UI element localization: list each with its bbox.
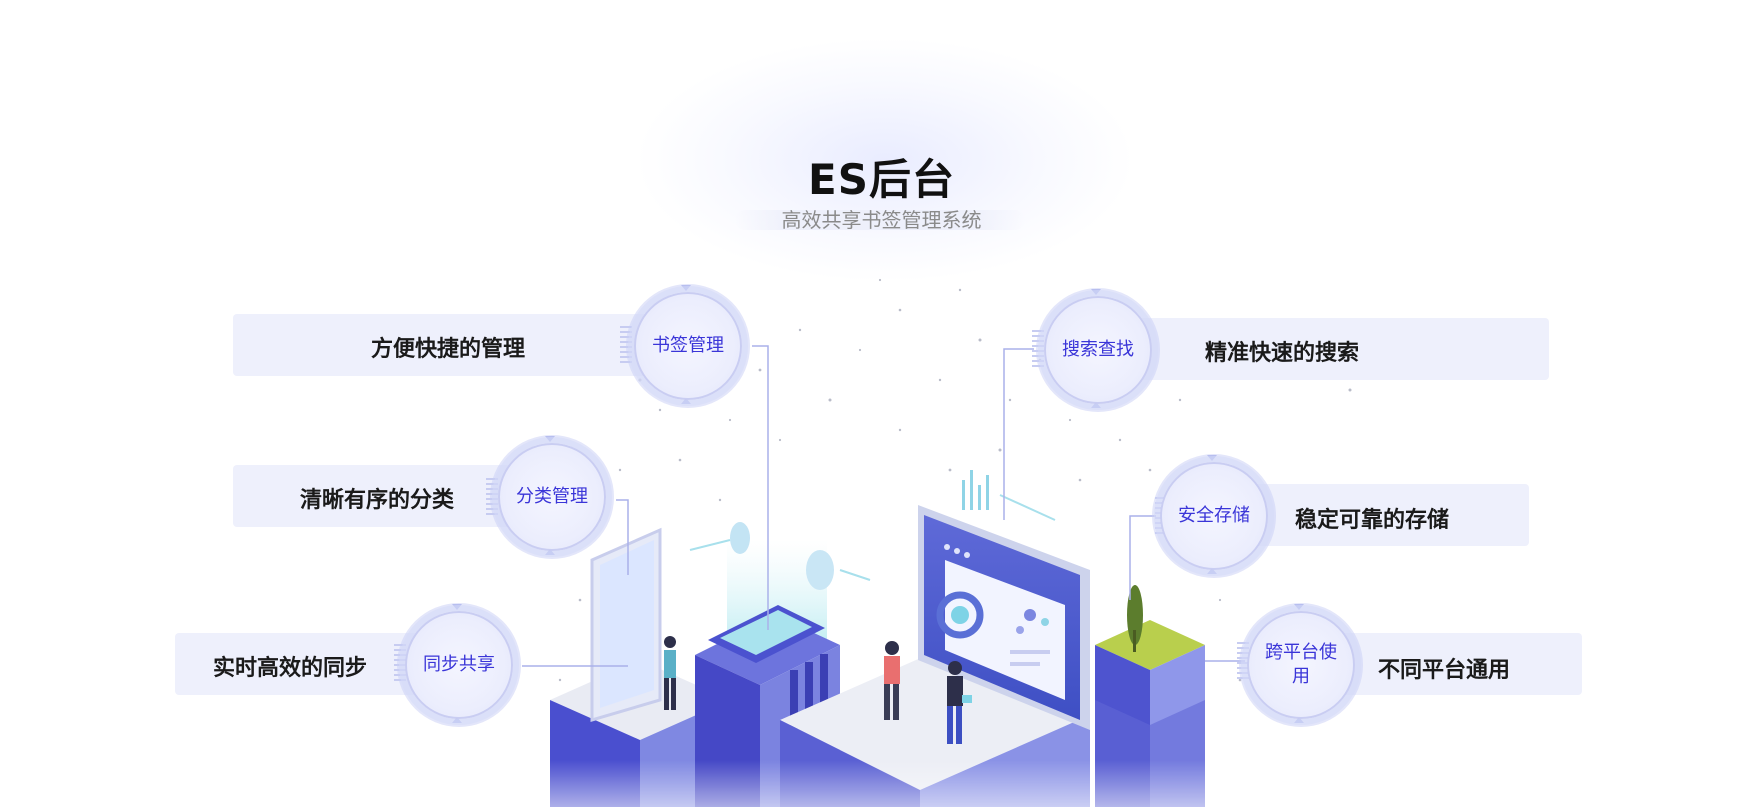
feature-description-storage: 稳定可靠的存储 <box>1295 507 1450 533</box>
badge-pointer-icon <box>1091 289 1101 295</box>
badge-ticks <box>620 326 632 364</box>
feature-description-bookmark: 方便快捷的管理 <box>371 336 526 362</box>
feature-description-sync: 实时高效的同步 <box>213 655 368 681</box>
badge-pointer-icon <box>545 436 555 442</box>
feature-badge-label: 同步共享 <box>423 654 495 675</box>
feature-badge-bookmark[interactable]: 书签管理 <box>634 292 742 400</box>
badge-ticks <box>486 478 498 516</box>
feature-badge-search[interactable]: 搜索查找 <box>1044 296 1152 404</box>
feature-badge-label: 跨平台使用 <box>1265 642 1337 687</box>
feature-description-category: 清晰有序的分类 <box>300 487 455 513</box>
badge-pointer-icon <box>681 285 691 291</box>
badge-pointer-icon <box>1294 604 1304 610</box>
badge-pointer-icon <box>1207 455 1217 461</box>
feature-badge-platform[interactable]: 跨平台使用 <box>1247 611 1355 719</box>
feature-badge-label: 书签管理 <box>652 335 724 356</box>
feature-description-search: 精准快速的搜索 <box>1205 340 1360 366</box>
feature-badge-storage[interactable]: 安全存储 <box>1160 462 1268 570</box>
feature-badge-category[interactable]: 分类管理 <box>498 443 606 551</box>
badge-pointer-icon <box>452 604 462 610</box>
feature-badge-label: 分类管理 <box>516 486 588 507</box>
feature-description-platform: 不同平台通用 <box>1378 657 1511 683</box>
badge-ticks <box>1032 330 1044 368</box>
feature-badge-label: 搜索查找 <box>1062 339 1134 360</box>
feature-badge-sync[interactable]: 同步共享 <box>405 611 513 719</box>
feature-badge-label: 安全存储 <box>1178 505 1250 526</box>
